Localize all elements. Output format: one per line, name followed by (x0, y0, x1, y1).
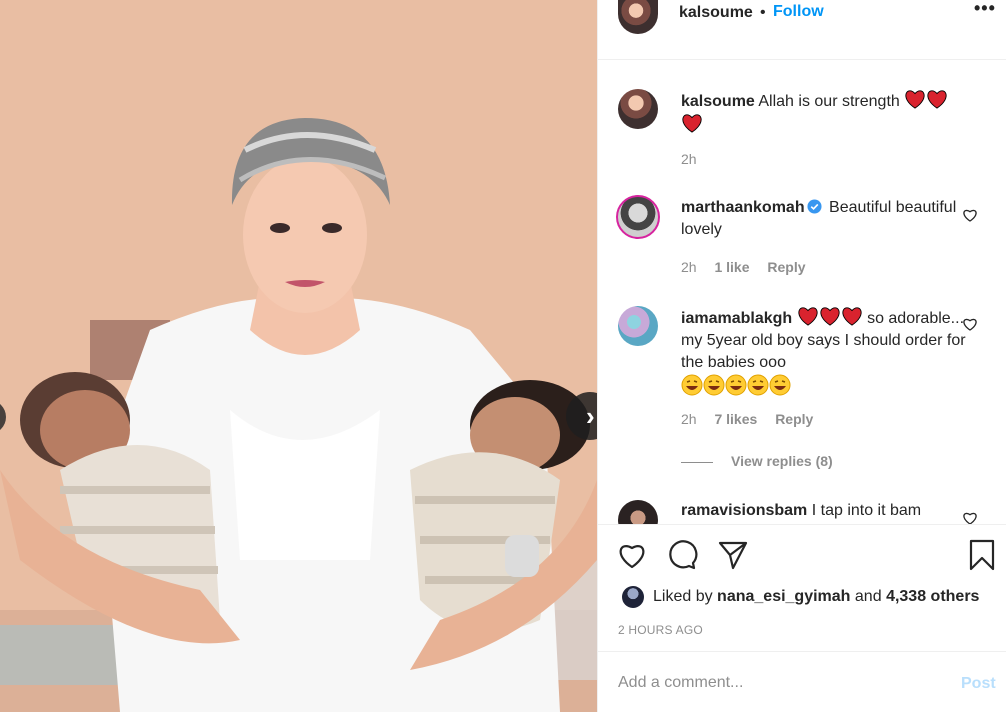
owner-username[interactable]: kalsoume (679, 4, 753, 22)
comment-like-heart-icon[interactable] (962, 510, 978, 524)
grinning-emoji-icon (725, 374, 747, 396)
liked-by-prefix: Liked by (653, 588, 713, 605)
comment-text: marthaankomah Beautiful beautiful lovely (681, 197, 971, 241)
liker-username[interactable]: nana_esi_gyimah (717, 588, 850, 605)
commenter-avatar[interactable] (616, 195, 660, 239)
caption-avatar[interactable] (618, 89, 658, 129)
heart-emoji-icon (820, 307, 840, 326)
post-actions: Liked by nana_esi_gyimah and 4,338 other… (598, 524, 1006, 650)
comment-like-heart-icon[interactable] (962, 207, 978, 223)
reply-button[interactable]: Reply (767, 259, 805, 275)
chevron-right-icon: › (586, 401, 595, 431)
caption-body: Allah is our strength (758, 93, 900, 110)
comment-likes[interactable]: 1 like (714, 259, 749, 275)
caption-time[interactable]: 2h (681, 151, 697, 167)
comment-username[interactable]: marthaankomah (681, 199, 805, 216)
caption-username[interactable]: kalsoume (681, 93, 755, 110)
replies-divider (681, 461, 713, 463)
comment-meta: 2h 7 likes Reply (681, 411, 827, 427)
heart-emoji-icon (682, 114, 702, 133)
grinning-emoji-icon (747, 374, 769, 396)
header-separator: • (760, 4, 766, 21)
heart-emoji-icon (798, 307, 818, 326)
likes-text: Liked by nana_esi_gyimah and 4,338 other… (653, 588, 979, 606)
view-replies-button[interactable]: View replies (8) (681, 453, 833, 469)
liker-avatar[interactable] (622, 586, 644, 608)
caption-text: kalsoume Allah is our strength (681, 89, 971, 137)
comment-time[interactable]: 2h (681, 259, 697, 275)
heart-icon[interactable] (616, 539, 648, 571)
comment-meta: 2h 1 like Reply (681, 259, 820, 275)
post-sidebar: kalsoume • Follow ••• kalsoume Allah is … (597, 0, 1006, 712)
comment-like-heart-icon[interactable] (962, 316, 978, 332)
comment-input[interactable] (618, 672, 938, 694)
others-count[interactable]: 4,338 others (886, 588, 979, 605)
commenter-avatar[interactable] (618, 306, 658, 346)
add-comment-bar: Post (598, 651, 1006, 712)
grinning-emoji-icon (769, 374, 791, 396)
comment-likes[interactable]: 7 likes (714, 411, 757, 427)
comment-icon[interactable] (666, 539, 698, 571)
comment-text: ramavisionsbam I tap into it bam (681, 500, 971, 522)
heart-emoji-icon (927, 90, 947, 109)
liked-connector: and (854, 588, 882, 605)
heart-emoji-icon (842, 307, 862, 326)
comment-body: I tap into it bam (811, 502, 922, 519)
follow-button[interactable]: Follow (773, 3, 824, 21)
grinning-emoji-icon (681, 374, 703, 396)
grinning-emoji-icon (703, 374, 725, 396)
more-options-icon[interactable]: ••• (974, 0, 996, 19)
post-comment-button[interactable]: Post (961, 675, 996, 693)
share-icon[interactable] (717, 539, 749, 571)
post-photo-illustration (0, 0, 597, 712)
comment-text: iamamablakgh so adorable... my 5year old… (681, 306, 971, 400)
reply-button[interactable]: Reply (775, 411, 813, 427)
comments-list[interactable]: kalsoume Allah is our strength 2h martha… (598, 60, 1006, 524)
view-replies-label: View replies (8) (731, 453, 833, 469)
comment-username[interactable]: iamamablakgh (681, 310, 792, 327)
post-header: kalsoume • Follow ••• (598, 0, 1006, 60)
owner-avatar[interactable] (618, 0, 658, 34)
comment-time[interactable]: 2h (681, 411, 697, 427)
commenter-avatar[interactable] (618, 500, 658, 524)
post-timestamp[interactable]: 2 HOURS AGO (618, 623, 703, 637)
verified-badge-icon (807, 199, 822, 214)
comment-username[interactable]: ramavisionsbam (681, 502, 807, 519)
heart-emoji-icon (905, 90, 925, 109)
bookmark-icon[interactable] (966, 539, 998, 571)
post-image[interactable]: › (0, 0, 597, 712)
caption-meta: 2h (681, 151, 711, 167)
